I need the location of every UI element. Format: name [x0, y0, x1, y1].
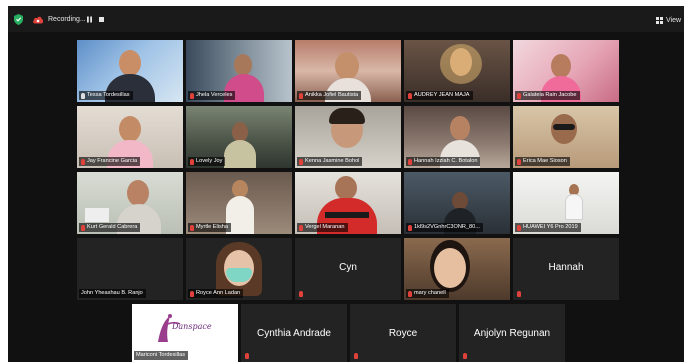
participant-name-tag: John Yheashau B. Ranjo — [79, 289, 146, 298]
muted-mic-icon — [408, 92, 412, 99]
muted-mic-icon — [463, 352, 467, 359]
participant-name-tag — [461, 351, 470, 360]
participant-tile-audrey-jean-maja[interactable]: AUDREY JEAN MAJA — [404, 40, 510, 102]
muted-mic-icon — [299, 290, 303, 297]
participant-name-tag — [297, 289, 306, 298]
participant-name-tag: Myrtle Elisha — [188, 223, 232, 232]
participant-name-tag: Anikka Jofiel Bautista — [297, 91, 362, 100]
muted-mic-icon — [517, 158, 521, 165]
participant-display-name: Hannah — [548, 262, 584, 273]
stop-recording-button[interactable] — [98, 12, 105, 26]
participant-name-tag: Galateia Rain Jacobe — [515, 91, 580, 100]
muted-mic-icon — [408, 224, 412, 231]
participant-tile-cyn[interactable]: Cyn — [295, 238, 401, 300]
participant-tile-erica-mae-sioson[interactable]: Erica Mae Sioson — [513, 106, 619, 168]
muted-mic-icon — [299, 92, 303, 99]
muted-mic-icon — [190, 224, 194, 231]
participant-name-tag: Mariconi Tordesillas — [134, 351, 189, 360]
participant-name-tag — [515, 289, 524, 298]
participant-name-tag: Royce Ann Ladan — [188, 289, 244, 298]
participant-display-name: Royce — [388, 328, 418, 339]
participant-name-tag — [243, 351, 252, 360]
muted-mic-icon — [517, 92, 521, 99]
muted-mic-icon — [517, 224, 521, 231]
stop-icon — [99, 16, 104, 22]
participant-tile-lovely-joy[interactable]: Lovely Joy — [186, 106, 292, 168]
participant-tile-royce-ann-ladan[interactable]: Royce Ann Ladan — [186, 238, 292, 300]
logo-text: Danspace — [172, 322, 212, 331]
participant-display-name: Cynthia Andrade — [257, 328, 331, 339]
participant-tile-jhela-verceles[interactable]: Jhela Verceles — [186, 40, 292, 102]
view-button[interactable]: View — [656, 13, 681, 27]
participant-tile-john-yheashau-ranjo[interactable]: John Yheashau B. Ranjo — [77, 238, 183, 300]
meeting-gallery: Recording... View Tessa Tordesillas Jhel… — [8, 6, 684, 362]
muted-mic-icon — [408, 290, 412, 297]
view-label: View — [666, 16, 682, 24]
muted-mic-icon — [245, 352, 249, 359]
participant-tile-vergel-maranan[interactable]: Vergel Maranan — [295, 172, 401, 234]
muted-mic-icon — [190, 158, 194, 165]
pause-icon — [87, 16, 92, 22]
muted-mic-icon — [81, 224, 85, 231]
participant-name-tag: mary chanell — [406, 289, 449, 298]
recording-indicator[interactable]: Recording... — [32, 12, 86, 26]
participant-name-tag: Vergel Maranan — [297, 223, 348, 232]
muted-mic-icon — [517, 290, 521, 297]
participant-name-tag: Lovely Joy — [188, 157, 226, 166]
muted-mic-icon — [299, 158, 303, 165]
security-shield-icon[interactable] — [14, 12, 23, 26]
participant-name-tag: Jay Francine Garcia — [79, 157, 141, 166]
participant-name-tag: Jhela Verceles — [188, 91, 236, 100]
participant-display-name: Cyn — [339, 262, 357, 273]
participant-tile-1kl9s2vgnhrc3onr[interactable]: 1kl9s2VGnhrC3ONR_80... — [404, 172, 510, 234]
participant-name-tag: AUDREY JEAN MAJA — [406, 91, 473, 100]
zoom-window: Recording... View Tessa Tordesillas Jhel… — [0, 0, 685, 362]
participant-tile-tessa-tordesillas[interactable]: Tessa Tordesillas — [77, 40, 183, 102]
participant-name-tag: Hannah Izziah C. Botalon — [406, 157, 481, 166]
participant-tile-myrtle-elisha[interactable]: Myrtle Elisha — [186, 172, 292, 234]
participant-tile-hannah[interactable]: Hannah — [513, 238, 619, 300]
participant-name-tag: Erica Mae Sioson — [515, 157, 570, 166]
participant-tile-royce[interactable]: Royce — [350, 304, 456, 362]
participant-tile-galateia-rain-jacobe[interactable]: Galateia Rain Jacobe — [513, 40, 619, 102]
participant-tile-kenna-jasmine-bohol[interactable]: Kenna Jasmine Bohol — [295, 106, 401, 168]
participant-name-tag: HUAWEI Y6 Pro 2019 — [515, 223, 581, 232]
recording-label: Recording... — [48, 15, 86, 23]
participant-tile-jay-francine-garcia[interactable]: Jay Francine Garcia — [77, 106, 183, 168]
muted-mic-icon — [81, 158, 85, 165]
muted-mic-icon — [354, 352, 358, 359]
participant-name-tag: Kurt Gerald Cabrera — [79, 223, 141, 232]
grid-view-icon — [656, 16, 663, 24]
participant-tile-hannah-izziah-botalon[interactable]: Hannah Izziah C. Botalon — [404, 106, 510, 168]
cloud-recording-icon — [33, 16, 44, 23]
pause-recording-button[interactable] — [86, 12, 93, 26]
participant-tile-huawei-y6-pro-2019[interactable]: HUAWEI Y6 Pro 2019 — [513, 172, 619, 234]
muted-mic-icon — [190, 92, 194, 99]
participant-tile-anjolyn-regunan[interactable]: Anjolyn Regunan — [459, 304, 565, 362]
participant-name-tag — [352, 351, 361, 360]
participant-name-tag: Tessa Tordesillas — [79, 91, 133, 100]
microphone-icon — [81, 92, 85, 99]
top-toolbar: Recording... View — [8, 6, 684, 32]
participant-name-tag: Kenna Jasmine Bohol — [297, 157, 363, 166]
participant-tile-kurt-gerald-cabrera[interactable]: Kurt Gerald Cabrera — [77, 172, 183, 234]
participant-display-name: Anjolyn Regunan — [473, 328, 551, 339]
muted-mic-icon — [299, 224, 303, 231]
participant-tile-mariconi-tordesillas[interactable]: Danspace Mariconi Tordesillas — [132, 304, 238, 362]
participant-tile-cynthia-andrade[interactable]: Cynthia Andrade — [241, 304, 347, 362]
participant-tile-mary-chanell[interactable]: mary chanell — [404, 238, 510, 300]
participant-name-tag: 1kl9s2VGnhrC3ONR_80... — [406, 223, 483, 232]
participant-tile-anikka-jofiel-bautista[interactable]: Anikka Jofiel Bautista — [295, 40, 401, 102]
muted-mic-icon — [408, 158, 412, 165]
muted-mic-icon — [190, 290, 194, 297]
